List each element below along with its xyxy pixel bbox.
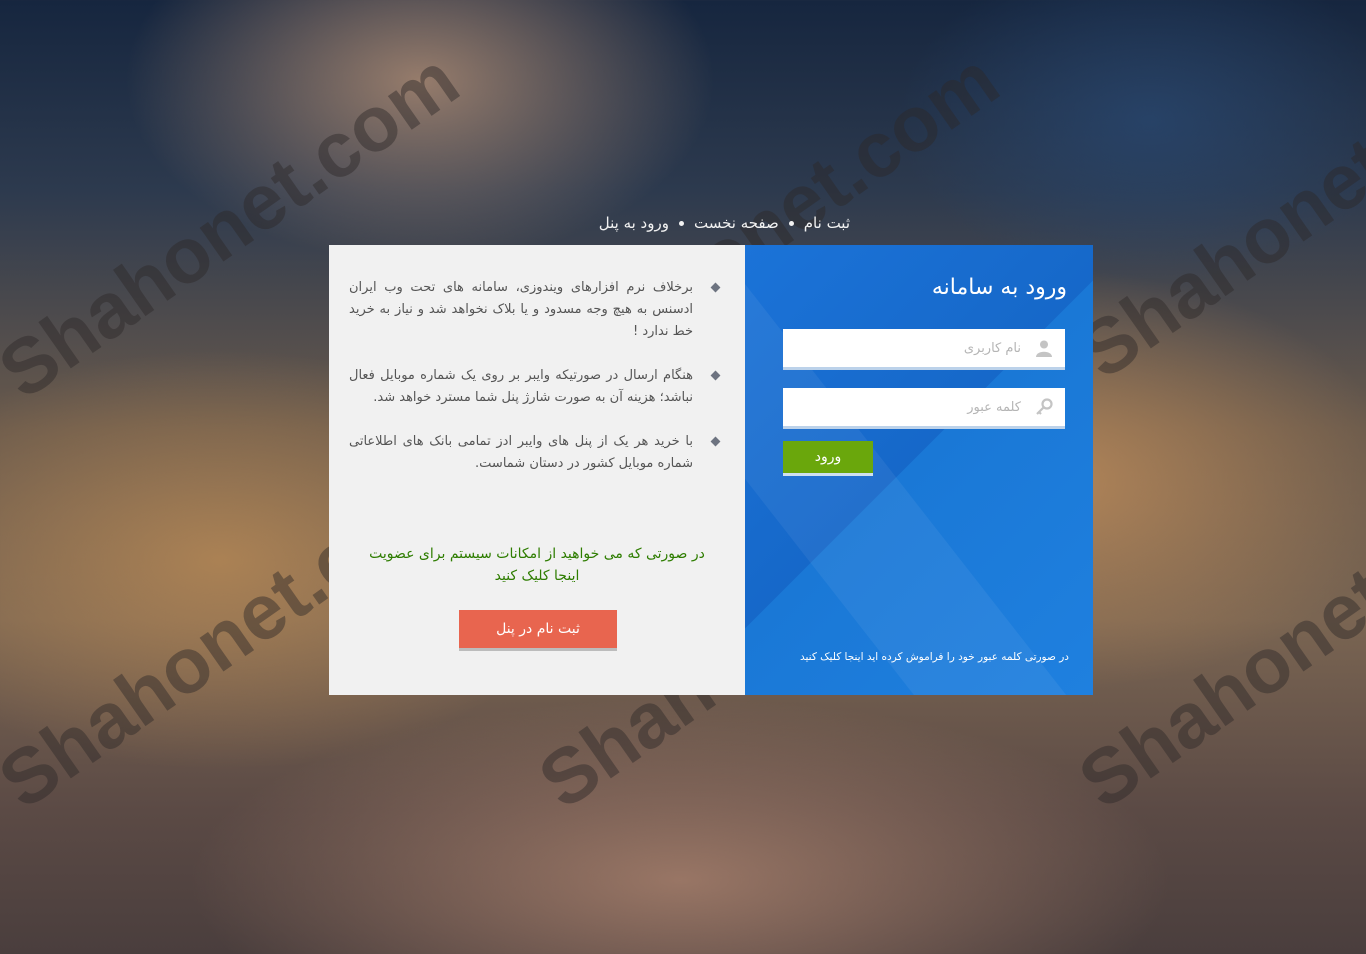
nav-link-home[interactable]: صفحه نخست xyxy=(694,214,779,232)
login-submit-button[interactable]: ورود xyxy=(783,441,873,473)
diamond-bullet-icon xyxy=(710,370,721,381)
feature-text: با خرید هر یک از پنل های وایبر ادز تمامی… xyxy=(349,434,693,471)
watermark: Shahonet.com xyxy=(1063,444,1366,826)
feature-list: برخلاف نرم افزارهای ویندوزی، سامانه های … xyxy=(349,277,721,497)
watermark: Shahonet.com xyxy=(1063,14,1366,396)
list-item: هنگام ارسال در صورتیکه وایبر بر روی یک ش… xyxy=(349,365,721,409)
diamond-bullet-icon xyxy=(710,436,721,447)
username-field xyxy=(783,329,1065,367)
feature-text: هنگام ارسال در صورتیکه وایبر بر روی یک ش… xyxy=(349,368,693,405)
key-icon xyxy=(1036,398,1053,415)
nav-link-register[interactable]: ثبت نام xyxy=(804,214,850,232)
top-navigation: ثبت نام صفحه نخست ورود به پنل xyxy=(560,210,850,236)
nav-separator xyxy=(788,220,794,226)
feature-text: برخلاف نرم افزارهای ویندوزی، سامانه های … xyxy=(349,280,693,339)
nav-separator xyxy=(678,220,684,226)
register-prompt: در صورتی که می خواهید از امکانات سیستم ب… xyxy=(369,546,705,584)
login-panel: ورود به سامانه ورود در صورتی کلمه عبور خ… xyxy=(745,245,1093,695)
password-input[interactable] xyxy=(783,388,1065,426)
login-title: ورود به سامانه xyxy=(931,275,1067,300)
register-button[interactable]: ثبت نام در پنل xyxy=(459,610,617,648)
login-card: برخلاف نرم افزارهای ویندوزی، سامانه های … xyxy=(329,245,1093,695)
password-field xyxy=(783,388,1065,426)
user-icon xyxy=(1036,340,1052,357)
list-item: برخلاف نرم افزارهای ویندوزی، سامانه های … xyxy=(349,277,721,343)
info-panel: برخلاف نرم افزارهای ویندوزی، سامانه های … xyxy=(329,245,745,695)
nav-link-login[interactable]: ورود به پنل xyxy=(599,214,669,232)
diamond-bullet-icon xyxy=(710,282,721,293)
username-input[interactable] xyxy=(783,329,1065,367)
forgot-password-link[interactable]: در صورتی کلمه عبور خود را فراموش کرده ای… xyxy=(800,651,1069,663)
list-item: با خرید هر یک از پنل های وایبر ادز تمامی… xyxy=(349,431,721,475)
